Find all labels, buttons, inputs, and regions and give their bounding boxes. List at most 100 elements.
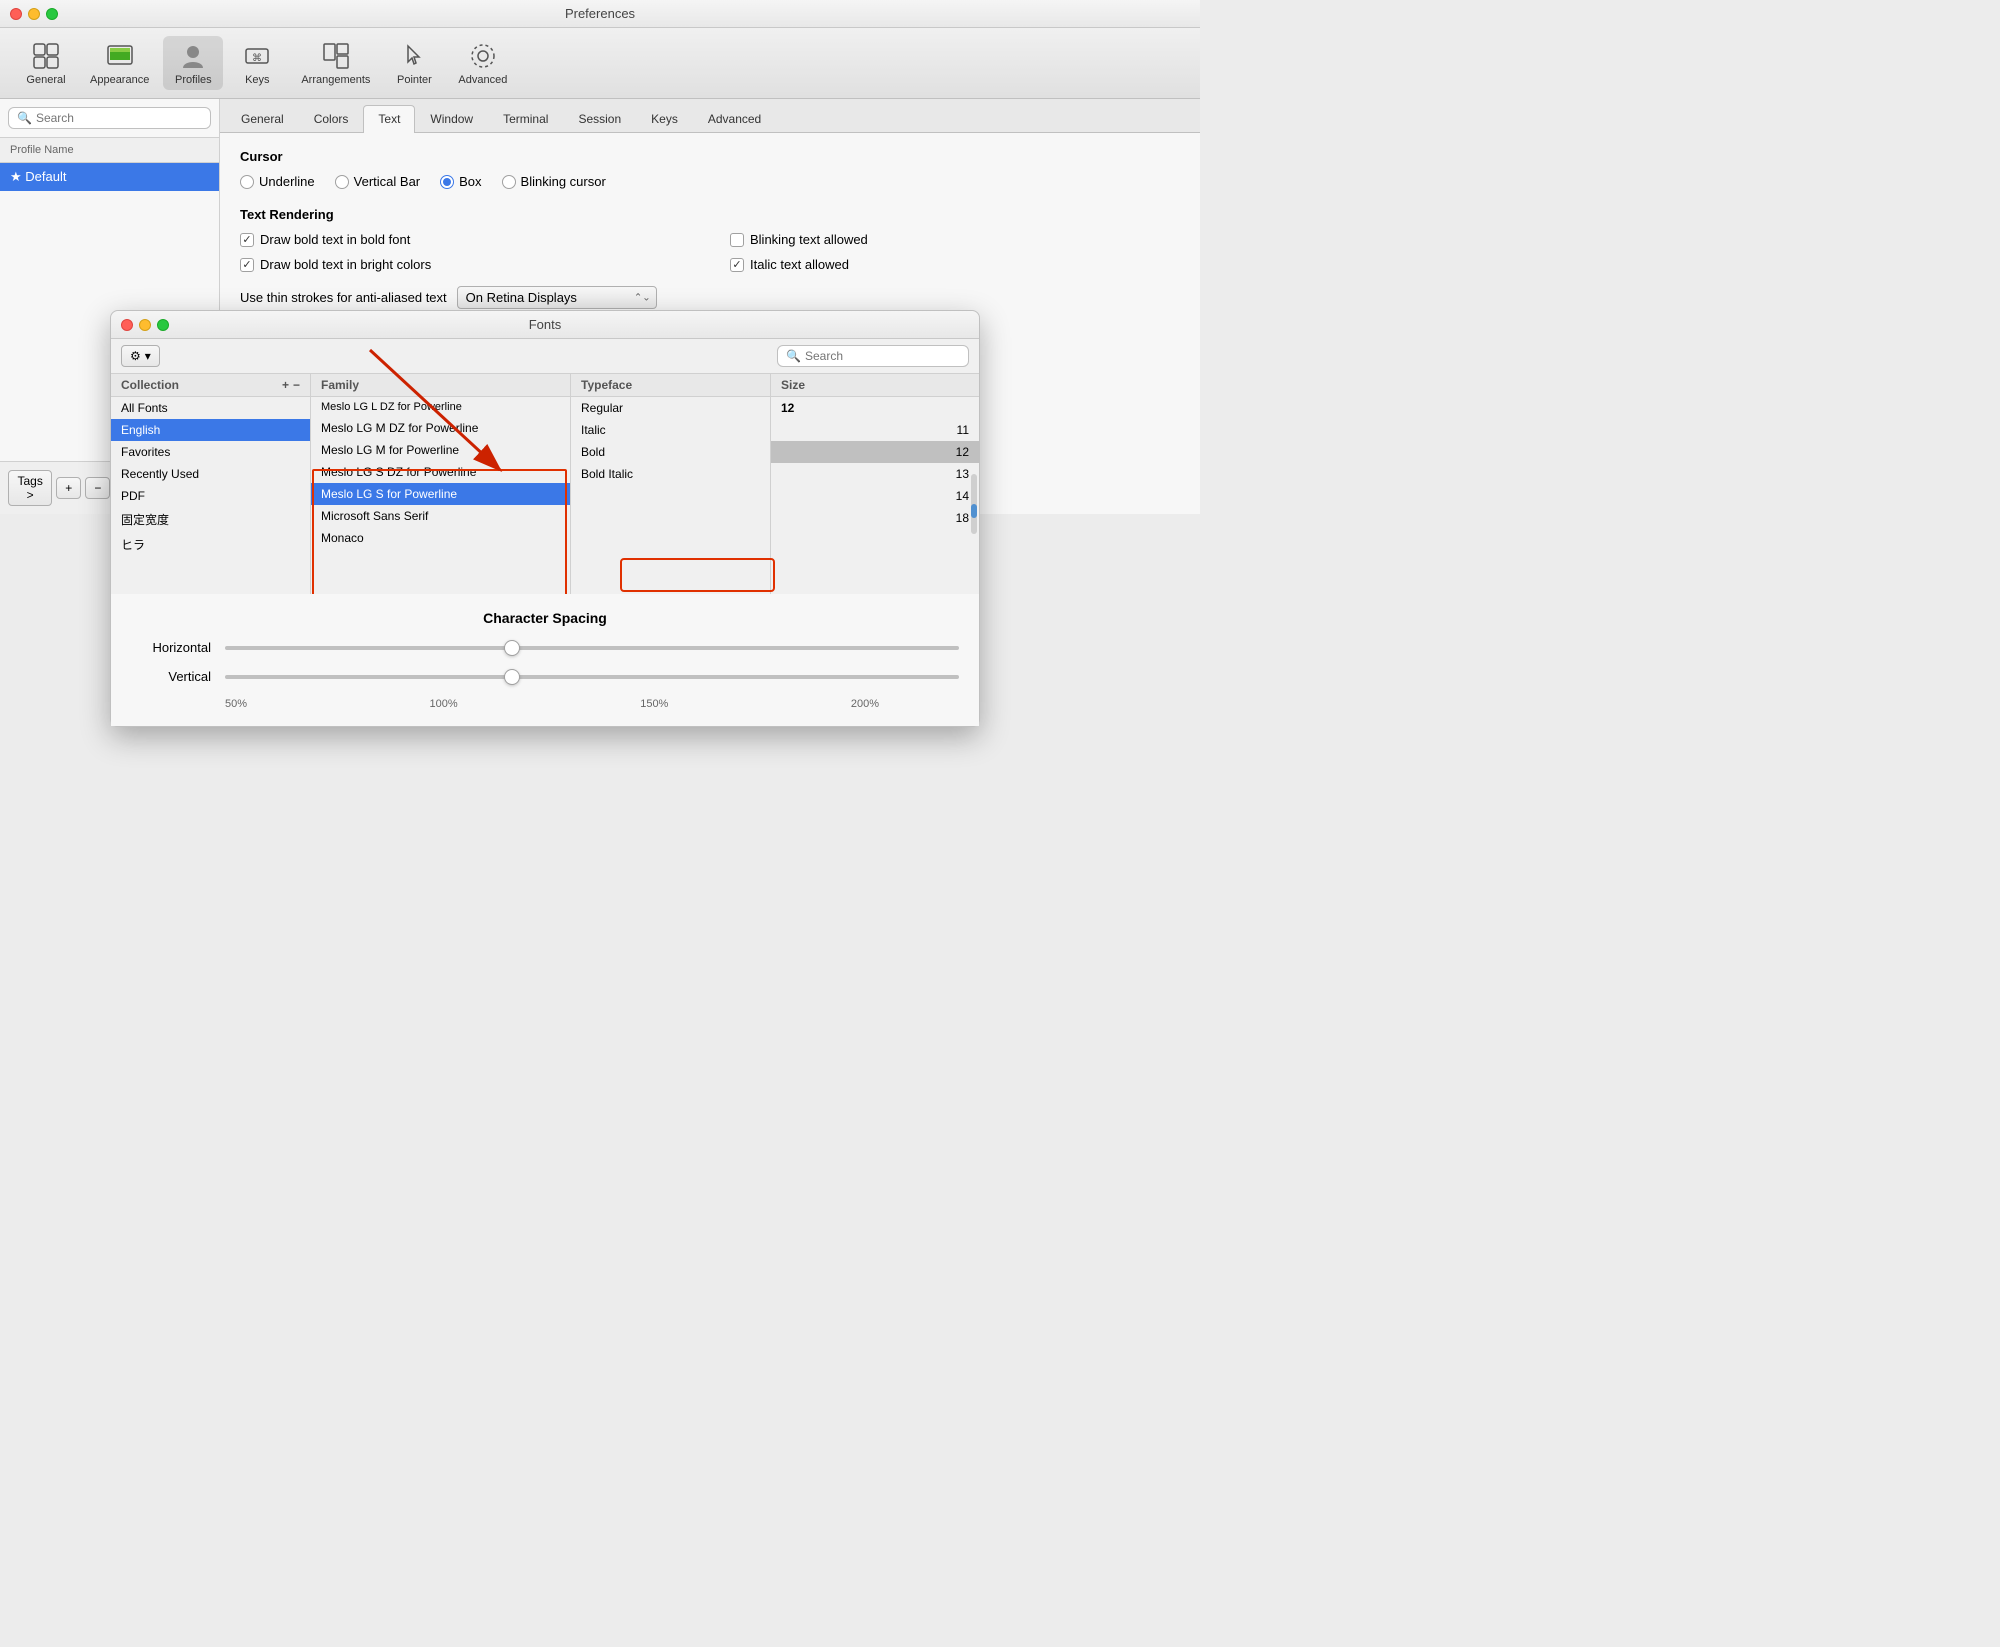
family-meslo-lg-s-dz[interactable]: Meslo LG S DZ for Powerline [311,461,570,483]
cursor-underline[interactable]: Underline [240,174,315,189]
collection-all-fonts[interactable]: All Fonts [111,397,310,419]
fonts-search-input[interactable] [805,349,960,363]
family-meslo-lg-l-dz[interactable]: Meslo LG L DZ for Powerline [311,397,570,417]
tags-button[interactable]: Tags > [8,470,52,506]
italic-text-checkbox[interactable]: Italic text allowed [730,257,1180,272]
toolbar-item-profiles[interactable]: Profiles [163,36,223,90]
spacing-label-150: 150% [640,698,668,710]
blinking-cursor-radio[interactable] [502,175,516,189]
family-meslo-lg-m[interactable]: Meslo LG M for Powerline [311,439,570,461]
tab-advanced[interactable]: Advanced [693,105,776,132]
collections-header: Collection + − [111,374,310,397]
toolbar-item-appearance[interactable]: Appearance [80,36,159,90]
zoom-button[interactable] [46,8,58,20]
draw-bold-bright-box[interactable] [240,258,254,272]
box-label: Box [459,174,481,189]
horizontal-slider[interactable] [225,646,959,650]
tab-window[interactable]: Window [415,105,488,132]
size-14[interactable]: 14 [771,485,979,507]
underline-radio[interactable] [240,175,254,189]
sidebar-search-input[interactable] [36,111,202,125]
vertical-bar-radio[interactable] [335,175,349,189]
size-13[interactable]: 13 [771,463,979,485]
fonts-gear-button[interactable]: ⚙ ▾ [121,345,160,367]
size-input[interactable]: 12 [771,397,979,419]
sidebar-item-default[interactable]: ★ Default [0,163,219,191]
minimize-button[interactable] [28,8,40,20]
toolbar-item-arrangements[interactable]: Arrangements [291,36,380,90]
italic-text-label: Italic text allowed [750,257,849,272]
family-meslo-lg-m-dz[interactable]: Meslo LG M DZ for Powerline [311,417,570,439]
fonts-minimize-button[interactable] [139,319,151,331]
window-title: Preferences [565,6,635,21]
collection-pdf[interactable]: PDF [111,485,310,507]
fonts-gear-icon: ⚙ [130,349,141,363]
profiles-icon [177,40,209,72]
fonts-panel-title-bar: Fonts [111,311,979,339]
toolbar-item-pointer[interactable]: Pointer [384,36,444,90]
collection-recently-used[interactable]: Recently Used [111,463,310,485]
typeface-regular[interactable]: Regular [571,397,770,419]
collection-fixed-width[interactable]: 固定宽度 [111,507,310,532]
fonts-collections: Collection + − All Fonts English Favorit… [111,374,311,594]
draw-bold-font-checkbox[interactable]: Draw bold text in bold font [240,232,690,247]
blinking-text-label: Blinking text allowed [750,232,868,247]
tab-session[interactable]: Session [563,105,636,132]
collections-remove-icon[interactable]: − [293,378,300,392]
typeface-bold[interactable]: Bold [571,441,770,463]
family-microsoft-sans[interactable]: Microsoft Sans Serif [311,505,570,527]
vertical-slider[interactable] [225,675,959,679]
size-11[interactable]: 11 [771,419,979,441]
thin-strokes-select-wrap: On Retina Displays ⌃⌄ [457,286,657,309]
collection-katakana[interactable]: ヒラ [111,532,310,557]
vertical-slider-thumb[interactable] [504,669,520,685]
vertical-spacing-row: Vertical [131,669,959,684]
toolbar-item-general[interactable]: General [16,36,76,90]
tab-general[interactable]: General [226,105,299,132]
toolbar-label-pointer: Pointer [397,74,432,86]
sidebar-header: Profile Name [0,138,219,163]
collection-english[interactable]: English [111,419,310,441]
fonts-panel-traffic-lights [121,319,169,331]
sidebar-search-wrap[interactable]: 🔍 [8,107,211,129]
tab-keys[interactable]: Keys [636,105,693,132]
toolbar: General Appearance Profiles ⌘ Keys Arran… [0,28,1200,99]
blinking-text-box[interactable] [730,233,744,247]
italic-text-box[interactable] [730,258,744,272]
size-12[interactable]: 12 [771,441,979,463]
typeface-italic[interactable]: Italic [571,419,770,441]
tab-colors[interactable]: Colors [299,105,364,132]
pointer-icon [398,40,430,72]
toolbar-label-keys: Keys [245,74,269,86]
size-18[interactable]: 18 [771,507,979,529]
box-radio[interactable] [440,175,454,189]
draw-bold-bright-checkbox[interactable]: Draw bold text in bright colors [240,257,690,272]
collection-favorites[interactable]: Favorites [111,441,310,463]
spacing-label-100: 100% [430,698,458,710]
thin-strokes-select[interactable]: On Retina Displays [457,286,657,309]
tab-terminal[interactable]: Terminal [488,105,563,132]
remove-profile-button[interactable]: − [85,477,110,499]
cursor-box[interactable]: Box [440,174,481,189]
cursor-blinking[interactable]: Blinking cursor [502,174,606,189]
horizontal-slider-thumb[interactable] [504,640,520,656]
draw-bold-font-box[interactable] [240,233,254,247]
family-monaco[interactable]: Monaco [311,527,570,549]
typeface-bold-italic[interactable]: Bold Italic [571,463,770,485]
collections-add-icon[interactable]: + [282,378,289,392]
family-meslo-lg-s[interactable]: Meslo LG S for Powerline [311,483,570,505]
tab-text[interactable]: Text [363,105,415,133]
fonts-toolbar: ⚙ ▾ 🔍 [111,339,979,374]
close-button[interactable] [10,8,22,20]
blinking-text-checkbox[interactable]: Blinking text allowed [730,232,1180,247]
fonts-close-button[interactable] [121,319,133,331]
fonts-search-wrap[interactable]: 🔍 [777,345,969,367]
fonts-panel: Fonts ⚙ ▾ 🔍 Collection + − [110,310,980,727]
add-profile-button[interactable]: + [56,477,81,499]
fonts-typeface: Typeface Regular Italic Bold Bold Italic [571,374,771,594]
draw-bold-bright-label: Draw bold text in bright colors [260,257,431,272]
toolbar-item-keys[interactable]: ⌘ Keys [227,36,287,90]
toolbar-item-advanced[interactable]: Advanced [448,36,517,90]
fonts-zoom-button[interactable] [157,319,169,331]
cursor-vertical-bar[interactable]: Vertical Bar [335,174,420,189]
